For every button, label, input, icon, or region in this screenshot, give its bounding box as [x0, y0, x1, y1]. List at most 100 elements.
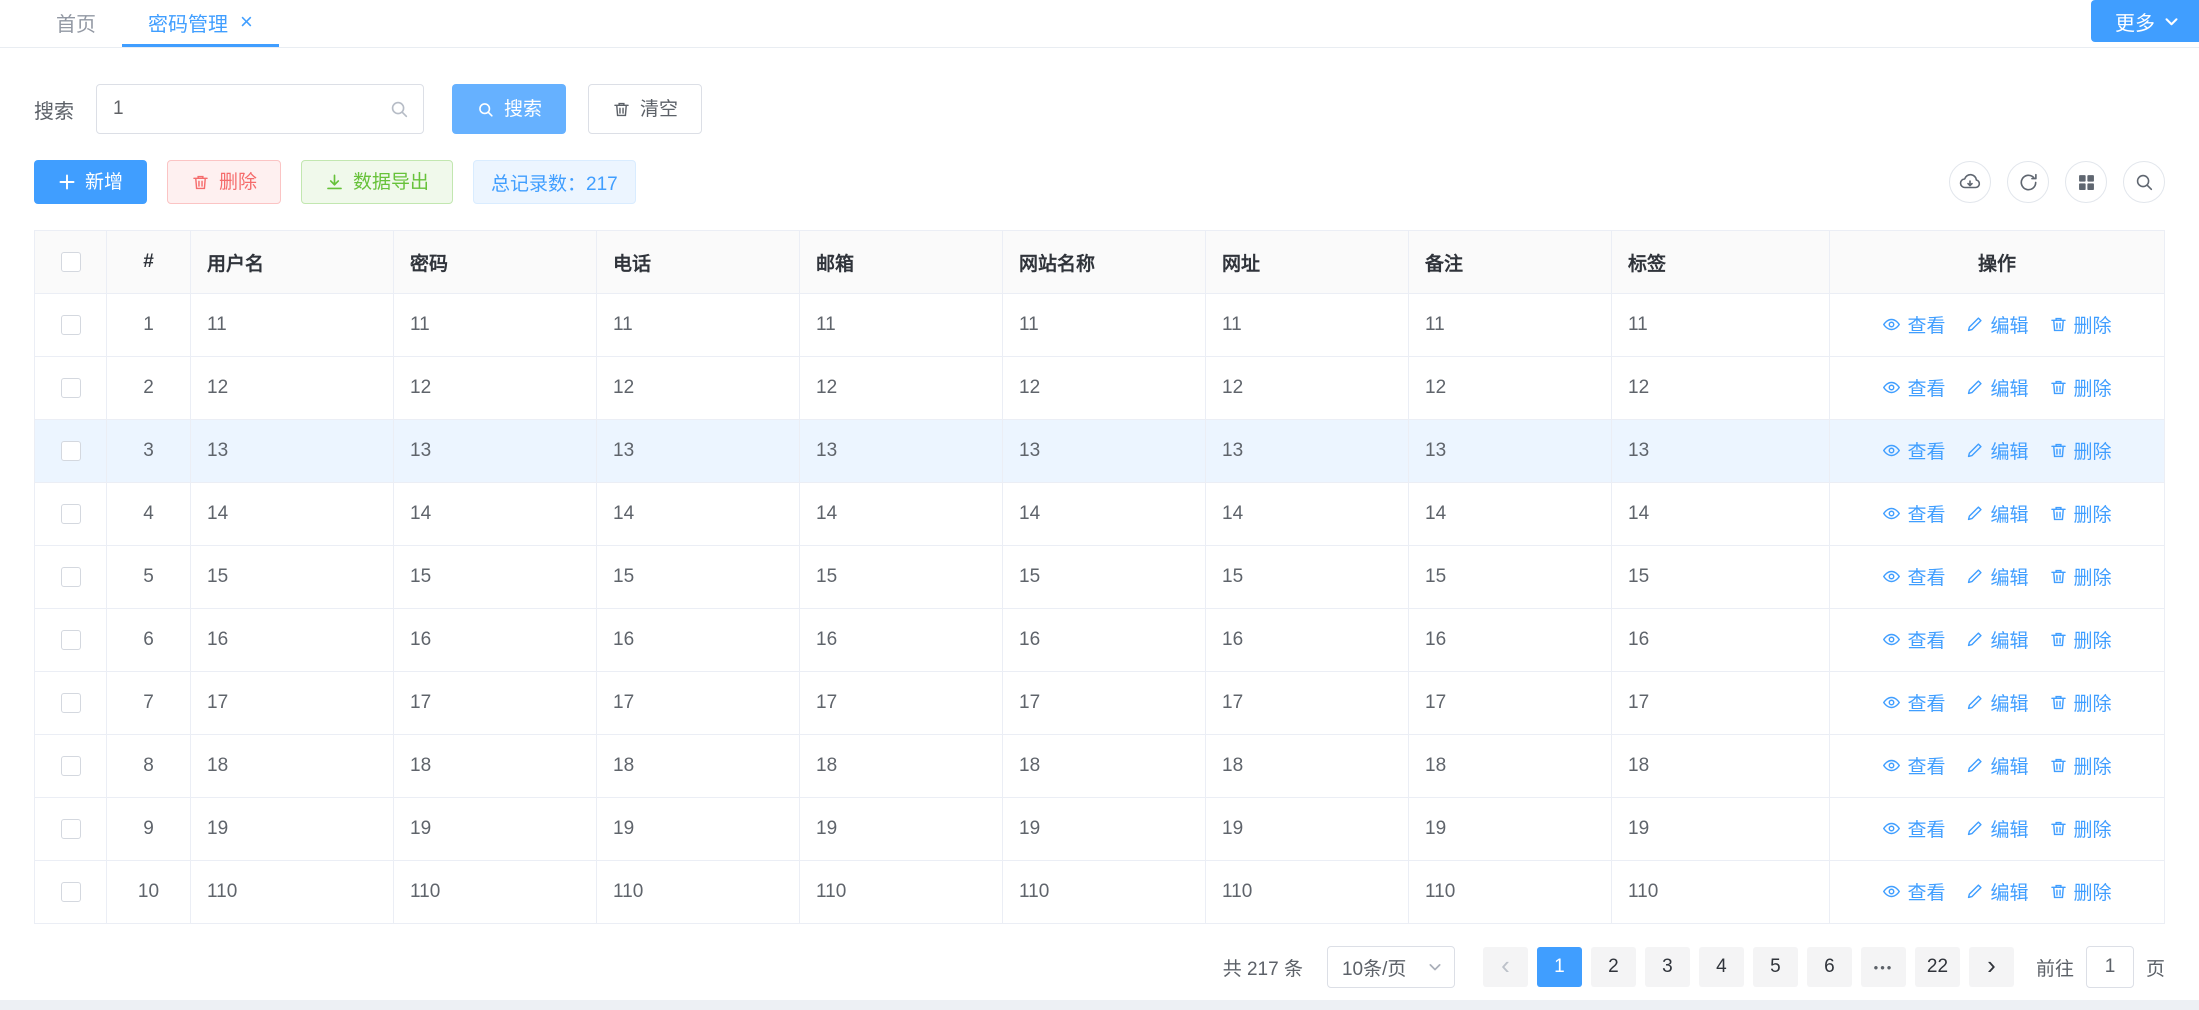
- page-button-5[interactable]: 5: [1753, 947, 1798, 987]
- search-button[interactable]: 搜索: [452, 84, 566, 134]
- delete-link[interactable]: 删除: [2049, 752, 2112, 779]
- row-checkbox[interactable]: [61, 882, 81, 902]
- row-cell: 110: [1003, 861, 1206, 924]
- export-button-label: 数据导出: [353, 173, 429, 192]
- delete-button[interactable]: 删除: [167, 160, 281, 204]
- page-button-2[interactable]: 2: [1591, 947, 1636, 987]
- row-index: 2: [107, 357, 191, 420]
- delete-link[interactable]: 删除: [2049, 815, 2112, 842]
- row-cell: 17: [1612, 672, 1830, 735]
- view-link[interactable]: 查看: [1882, 374, 1945, 401]
- search-button-label: 搜索: [504, 100, 542, 119]
- table-row: 11111111111111111查看编辑删除: [35, 294, 2165, 357]
- edit-link[interactable]: 编辑: [1965, 437, 2028, 464]
- page-button-22[interactable]: 22: [1915, 947, 1960, 987]
- view-link[interactable]: 查看: [1882, 752, 1945, 779]
- edit-link[interactable]: 编辑: [1965, 563, 2028, 590]
- search-row: 搜索 搜索 清空: [34, 84, 2165, 134]
- table-row: 81818181818181818查看编辑删除: [35, 735, 2165, 798]
- row-checkbox[interactable]: [61, 315, 81, 335]
- view-link[interactable]: 查看: [1882, 437, 1945, 464]
- row-checkbox[interactable]: [61, 504, 81, 524]
- edit-link[interactable]: 编辑: [1965, 500, 2028, 527]
- row-cell: 14: [1206, 483, 1409, 546]
- delete-link[interactable]: 删除: [2049, 311, 2112, 338]
- row-cell: 13: [1409, 420, 1612, 483]
- row-checkbox[interactable]: [61, 756, 81, 776]
- view-link[interactable]: 查看: [1882, 563, 1945, 590]
- row-checkbox[interactable]: [61, 378, 81, 398]
- row-cell: 14: [597, 483, 800, 546]
- row-checkbox[interactable]: [61, 693, 81, 713]
- delete-link[interactable]: 删除: [2049, 563, 2112, 590]
- more-button[interactable]: 更多: [2091, 0, 2199, 42]
- row-checkbox[interactable]: [61, 819, 81, 839]
- edit-link[interactable]: 编辑: [1965, 311, 2028, 338]
- delete-link[interactable]: 删除: [2049, 437, 2112, 464]
- table-row: 61616161616161616查看编辑删除: [35, 609, 2165, 672]
- refresh-button[interactable]: [2007, 161, 2049, 203]
- delete-button-label: 删除: [219, 173, 257, 192]
- row-cell: 110: [191, 861, 394, 924]
- search-input[interactable]: [96, 84, 424, 134]
- edit-link[interactable]: 编辑: [1965, 878, 2028, 905]
- view-link[interactable]: 查看: [1882, 500, 1945, 527]
- view-link[interactable]: 查看: [1882, 815, 1945, 842]
- edit-link[interactable]: 编辑: [1965, 689, 2028, 716]
- tab-home[interactable]: 首页: [30, 0, 122, 47]
- total-records-badge: 总记录数：217: [473, 160, 636, 204]
- page-button-1[interactable]: 1: [1537, 947, 1582, 987]
- tab-password-label: 密码管理: [148, 8, 228, 37]
- row-cell: 11: [1409, 294, 1612, 357]
- row-cell: 14: [1612, 483, 1830, 546]
- page-button-3[interactable]: 3: [1645, 947, 1690, 987]
- row-cell: 11: [1003, 294, 1206, 357]
- edit-link[interactable]: 编辑: [1965, 752, 2028, 779]
- view-link[interactable]: 查看: [1882, 626, 1945, 653]
- page-button-4[interactable]: 4: [1699, 947, 1744, 987]
- export-button[interactable]: 数据导出: [301, 160, 453, 204]
- tab-password-management[interactable]: 密码管理 ×: [122, 0, 279, 47]
- row-cell: 17: [597, 672, 800, 735]
- select-all-checkbox[interactable]: [61, 252, 81, 272]
- more-pages-button[interactable]: •••: [1861, 947, 1906, 987]
- cloud-download-button[interactable]: [1949, 161, 1991, 203]
- row-cell: 16: [597, 609, 800, 672]
- prev-page-button[interactable]: ‹: [1483, 947, 1528, 987]
- close-icon[interactable]: ×: [240, 11, 253, 33]
- delete-link[interactable]: 删除: [2049, 878, 2112, 905]
- row-cell: 18: [800, 735, 1003, 798]
- magnifier-icon: [2133, 171, 2155, 193]
- delete-link[interactable]: 删除: [2049, 626, 2112, 653]
- delete-link[interactable]: 删除: [2049, 500, 2112, 527]
- goto-page-input[interactable]: [2086, 946, 2134, 988]
- view-link[interactable]: 查看: [1882, 311, 1945, 338]
- page-size-select[interactable]: 10条/页: [1327, 946, 1455, 988]
- row-cell: 15: [394, 546, 597, 609]
- grid-layout-button[interactable]: [2065, 161, 2107, 203]
- edit-label: 编辑: [1990, 689, 2028, 716]
- toolbar-row: 新增 删除 数据导出 总记录数：217: [34, 160, 2165, 204]
- pagination: 共 217 条 10条/页 ‹123456•••22› 前往 页: [34, 946, 2165, 988]
- edit-link[interactable]: 编辑: [1965, 815, 2028, 842]
- column-search-button[interactable]: [2123, 161, 2165, 203]
- row-checkbox[interactable]: [61, 441, 81, 461]
- delete-link[interactable]: 删除: [2049, 374, 2112, 401]
- clear-button[interactable]: 清空: [588, 84, 702, 134]
- row-cell: 18: [597, 735, 800, 798]
- row-select-cell: [35, 798, 107, 861]
- row-checkbox[interactable]: [61, 630, 81, 650]
- page-button-6[interactable]: 6: [1807, 947, 1852, 987]
- eye-icon: [1882, 504, 1901, 523]
- grid-icon: [2076, 172, 2097, 193]
- view-link[interactable]: 查看: [1882, 878, 1945, 905]
- delete-link[interactable]: 删除: [2049, 689, 2112, 716]
- next-page-button[interactable]: ›: [1969, 947, 2014, 987]
- row-actions: 查看编辑删除: [1830, 546, 2165, 609]
- row-checkbox[interactable]: [61, 567, 81, 587]
- edit-link[interactable]: 编辑: [1965, 626, 2028, 653]
- view-link[interactable]: 查看: [1882, 689, 1945, 716]
- edit-link[interactable]: 编辑: [1965, 374, 2028, 401]
- add-button[interactable]: 新增: [34, 160, 147, 204]
- page-size-value: 10条/页: [1342, 954, 1406, 981]
